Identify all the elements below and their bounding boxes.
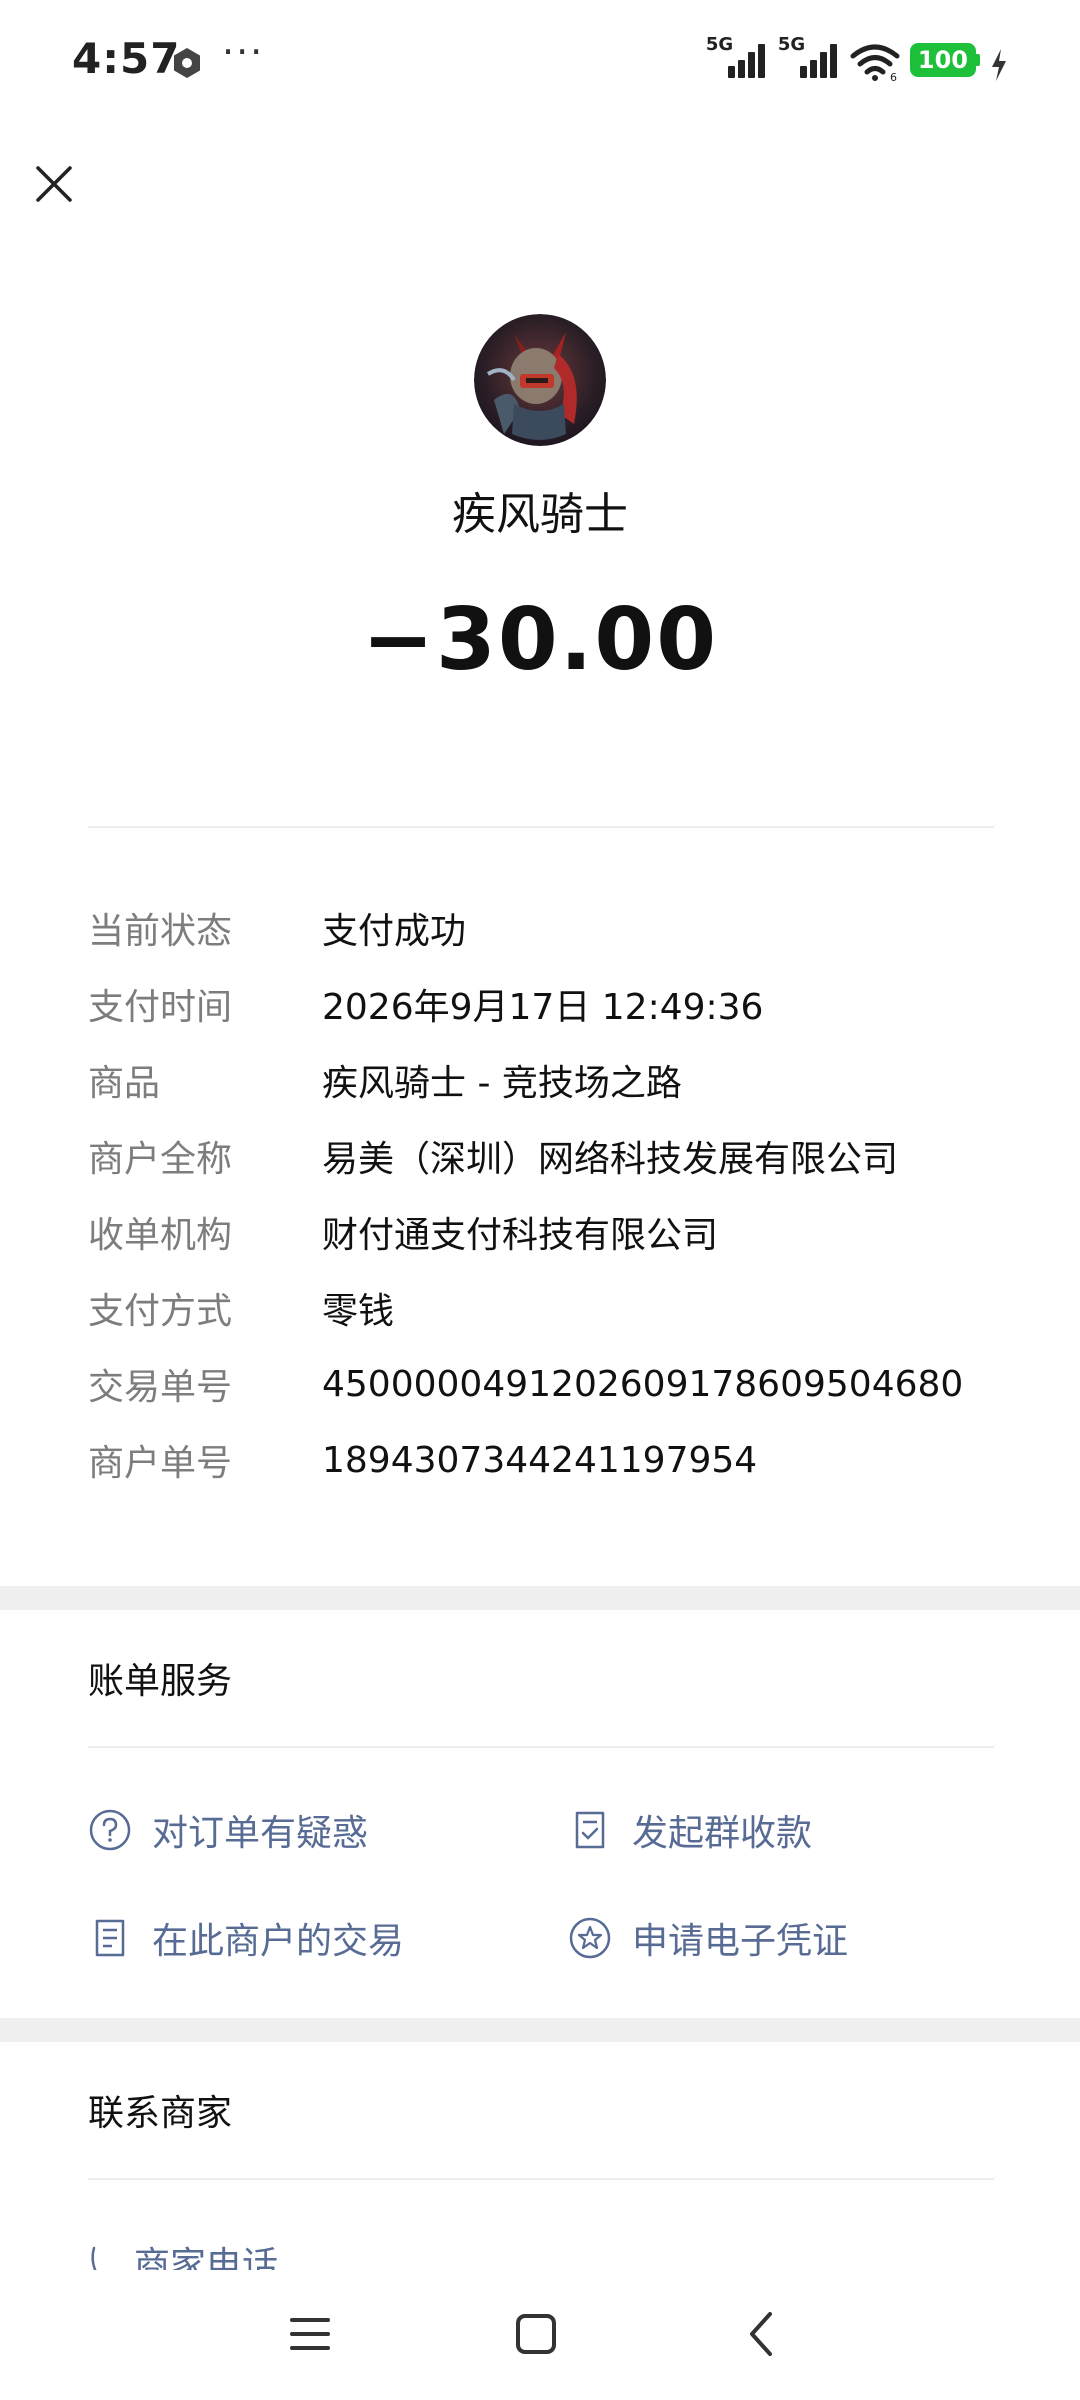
document-list-icon [95,1919,125,1957]
detail-row-acquirer: 收单机构 财付通支付科技有限公司 [88,1194,1008,1270]
back-icon[interactable] [732,2304,792,2364]
detail-label: 商户单号 [88,1443,233,1484]
detail-row-payment-method: 支付方式 零钱 [88,1270,1008,1346]
merchant-transactions-link[interactable]: 在此商户的交易 [88,1912,404,1964]
order-question-link[interactable]: 对订单有疑惑 [88,1804,368,1856]
detail-label: 交易单号 [88,1367,233,1408]
section-separator [0,2018,1080,2042]
status-bar: 4:57 ··· 5G 5G 6 100 [0,0,1080,120]
detail-label: 支付方式 [88,1291,233,1332]
merchant-name: 疾风骑士 [452,489,628,540]
e-voucher-link[interactable]: 申请电子凭证 [568,1912,848,1964]
detail-value: 疾风骑士 - 竞技场之路 [322,1063,682,1104]
detail-label: 收单机构 [88,1215,233,1256]
detail-label: 当前状态 [88,911,233,952]
detail-row-time: 支付时间 2026年9月17日 12:49:36 [88,966,1008,1042]
detail-value: 财付通支付科技有限公司 [322,1215,719,1256]
service-label: 发起群收款 [632,1813,813,1854]
signal-sim2-icon: 5G [778,34,840,82]
detail-row-transaction-id: 交易单号 4500000491202609178609504680 [88,1346,1008,1422]
detail-value: 4500000491202609178609504680 [322,1363,964,1405]
status-indicators: 5G 5G 6 100 [706,34,1008,82]
detail-value: 零钱 [322,1291,395,1332]
payment-amount: −30.00 [361,590,719,690]
svg-text:6: 6 [890,71,897,82]
detail-label: 商品 [88,1063,161,1104]
service-label: 申请电子凭证 [632,1921,849,1962]
detail-label: 支付时间 [88,987,233,1028]
section-separator [0,1586,1080,1610]
service-label: 在此商户的交易 [152,1921,405,1962]
recent-apps-icon[interactable] [280,2304,340,2364]
divider [88,826,994,828]
detail-row-merchant-order-id: 商户单号 1894307344241197954 [88,1422,1008,1498]
detail-row-product: 商品 疾风骑士 - 竞技场之路 [88,1042,1008,1118]
more-notifications-icon: ··· [222,30,265,74]
status-time: 4:57 [72,34,181,83]
bill-services-title: 账单服务 [88,1661,233,1702]
battery-icon: 100 [909,42,980,78]
close-icon[interactable] [30,160,78,208]
detail-row-merchant-fullname: 商户全称 易美（深圳）网络科技发展有限公司 [88,1118,1008,1194]
contact-merchant-title: 联系商家 [88,2093,233,2134]
divider [88,1746,994,1748]
detail-value: 支付成功 [322,911,467,952]
merchant-avatar [474,314,606,446]
wifi-icon: 6 [850,44,900,82]
home-icon[interactable] [506,2304,566,2364]
signal-sim1-icon: 5G [706,34,768,82]
question-circle-icon [89,1809,131,1851]
group-collection-link[interactable]: 发起群收款 [568,1804,812,1856]
system-navigation-bar [0,2270,1080,2400]
divider [88,2178,994,2180]
charging-bolt-icon [992,49,1006,81]
detail-row-status: 当前状态 支付成功 [88,890,1008,966]
knight-avatar-image [474,314,606,446]
notification-hexagon-icon [174,48,200,78]
detail-value: 易美（深圳）网络科技发展有限公司 [322,1139,899,1180]
service-label: 对订单有疑惑 [152,1813,369,1854]
star-circle-icon [569,1917,611,1959]
detail-label: 商户全称 [88,1139,233,1180]
transaction-details: 当前状态 支付成功 支付时间 2026年9月17日 12:49:36 商品 疾风… [88,890,1008,1498]
detail-value: 2026年9月17日 12:49:36 [322,987,764,1028]
document-check-icon [575,1811,605,1849]
detail-value: 1894307344241197954 [322,1439,758,1481]
